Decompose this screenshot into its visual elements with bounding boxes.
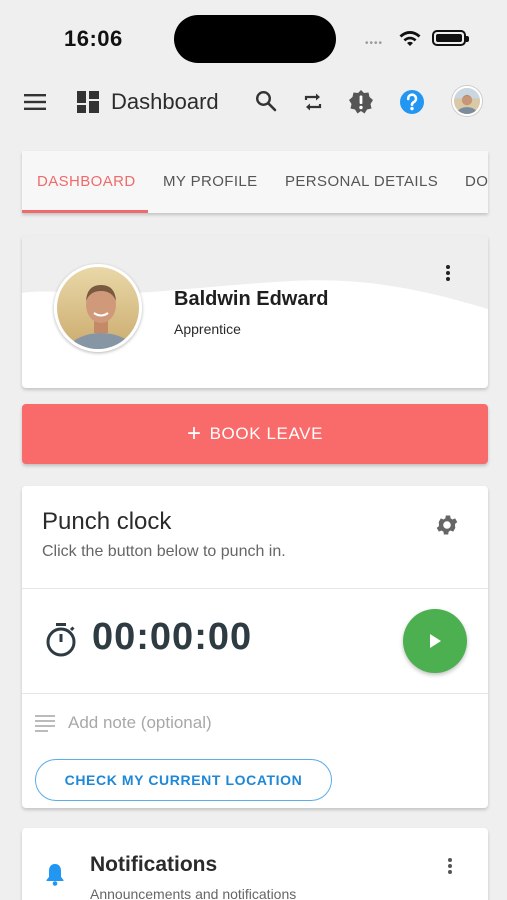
active-tab-indicator [22,210,148,213]
wifi-icon [399,31,421,46]
notifications-card: Notifications Announcements and notifica… [22,828,488,900]
punch-clock-subtitle: Click the button below to punch in. [42,543,286,560]
tab-more[interactable]: DO [465,151,488,213]
tab-personal-details[interactable]: PERSONAL DETAILS [285,151,438,213]
profile-name: Baldwin Edward [174,288,329,310]
profile-role: Apprentice [174,321,241,337]
divider [22,693,488,694]
book-leave-button[interactable]: + BOOK LEAVE [22,404,488,464]
timer-display: 00:00:00 [92,616,253,658]
divider [22,588,488,589]
tab-dashboard[interactable]: DASHBOARD [37,151,136,213]
app-bar: Dashboard [0,80,507,124]
dynamic-island [174,15,336,63]
tab-bar: DASHBOARD MY PROFILE PERSONAL DETAILS DO [22,151,488,213]
notifications-title: Notifications [90,853,218,876]
profile-more-icon[interactable] [443,265,453,281]
signal-icon: •••• [365,38,384,49]
menu-icon[interactable] [22,90,48,114]
bell-icon [46,864,64,886]
punch-clock-card: Punch clock Click the button below to pu… [22,486,488,808]
notifications-more-icon[interactable] [445,858,455,874]
profile-avatar[interactable] [54,264,142,352]
gear-icon[interactable] [434,512,460,538]
stopwatch-icon [46,623,76,657]
dashboard-icon [76,90,100,114]
user-avatar[interactable] [452,86,482,116]
notes-icon [35,715,55,732]
battery-icon [432,30,469,46]
punch-in-button[interactable] [403,609,467,673]
help-icon[interactable] [398,88,426,116]
profile-card: Baldwin Edward Apprentice [22,235,488,388]
alert-badge-icon[interactable] [347,88,375,116]
check-location-button[interactable]: CHECK MY CURRENT LOCATION [35,759,332,801]
search-icon[interactable] [254,89,278,113]
note-input[interactable] [68,710,428,736]
punch-clock-title: Punch clock [42,508,172,535]
status-bar: 16:06 •••• [0,0,507,76]
status-time: 16:06 [64,26,123,51]
play-icon [430,634,441,648]
notifications-subtitle: Announcements and notifications [90,886,297,900]
tab-my-profile[interactable]: MY PROFILE [163,151,258,213]
plus-icon: + [186,420,202,447]
page-title: Dashboard [111,89,219,114]
book-leave-label: BOOK LEAVE [209,424,324,443]
swap-icon[interactable] [300,89,326,115]
